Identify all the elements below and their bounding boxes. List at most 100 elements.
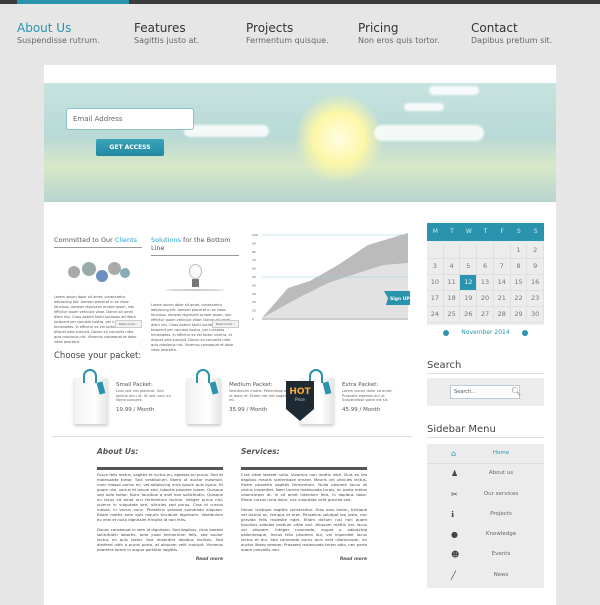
top-bar bbox=[0, 0, 600, 4]
email-input[interactable]: Email Address bbox=[66, 108, 194, 130]
sun-graphic bbox=[294, 93, 384, 183]
paragraph: Cras vitae laoreet nulla. Vivamus non ma… bbox=[241, 472, 367, 502]
nav-contact[interactable]: Contact Dapibus pretium sit. bbox=[471, 21, 552, 45]
read-more-link[interactable]: Read more bbox=[97, 557, 223, 562]
sidebar-item-projects[interactable]: ℹ Projects bbox=[427, 505, 544, 525]
cloud bbox=[429, 86, 479, 95]
calendar-day[interactable]: 6 bbox=[477, 259, 494, 275]
weekday-label: W bbox=[465, 228, 472, 235]
packet-price: 45.99 / Month bbox=[342, 407, 381, 413]
calendar-day[interactable]: 19 bbox=[460, 291, 478, 307]
calendar-day[interactable]: 27 bbox=[477, 307, 494, 323]
sidebar-item-events[interactable]: ☻ Events bbox=[427, 545, 544, 565]
calendar-day[interactable]: 11 bbox=[443, 275, 461, 291]
calendar-day[interactable]: 22 bbox=[510, 291, 528, 307]
calendar-day[interactable]: 15 bbox=[510, 275, 528, 291]
weekday-label: S bbox=[533, 228, 538, 235]
calendar-day[interactable]: 18 bbox=[443, 291, 461, 307]
sidebar-item-label: Knowledge bbox=[485, 531, 517, 538]
calendar-day[interactable]: 10 bbox=[427, 275, 444, 291]
packet-name: Extra Packet: bbox=[342, 382, 379, 388]
nav-about-us[interactable]: About Us Suspendisse rutrum. bbox=[17, 21, 100, 45]
sidebar-item-label: Our services bbox=[483, 490, 519, 497]
pen-icon: ╱ bbox=[451, 570, 456, 580]
nav-subtitle: Suspendisse rutrum. bbox=[17, 36, 100, 45]
signup-label[interactable]: Sign UP bbox=[390, 296, 410, 302]
get-access-button[interactable]: GET ACCESS bbox=[96, 139, 164, 156]
cloud bbox=[374, 125, 484, 141]
nav-features[interactable]: Features Sagittis justo at. bbox=[134, 21, 199, 45]
calendar-day[interactable]: 3 bbox=[427, 259, 444, 275]
divider bbox=[52, 436, 412, 437]
feature-title: Committed to Our Clients bbox=[54, 236, 142, 248]
section-title: About Us: bbox=[97, 447, 139, 456]
search-icon[interactable]: 🔍︎ bbox=[511, 387, 521, 396]
sidebar-item-news[interactable]: ╱ News bbox=[427, 566, 544, 586]
nav-pricing[interactable]: Pricing Non eros quis tortor. bbox=[358, 21, 440, 45]
search-widget: Search... 🔍︎ bbox=[427, 378, 544, 406]
calendar-day[interactable]: 8 bbox=[510, 259, 528, 275]
search-title: Search bbox=[427, 360, 544, 374]
divider bbox=[97, 467, 223, 470]
calendar-day[interactable]: 12 bbox=[460, 275, 478, 291]
packet-price: 19.99 / Month bbox=[116, 407, 155, 413]
next-month-icon[interactable] bbox=[522, 330, 528, 336]
weekday-label: M bbox=[432, 228, 438, 235]
calendar-day[interactable]: 26 bbox=[460, 307, 478, 323]
calendar-day[interactable]: 1 bbox=[510, 243, 528, 259]
cloud bbox=[404, 103, 444, 111]
cloud bbox=[184, 125, 269, 137]
calendar-day[interactable]: 16 bbox=[527, 275, 545, 291]
y-tick-label: 70 bbox=[252, 258, 256, 262]
hero-banner: Email Address GET ACCESS bbox=[44, 83, 556, 202]
tools-icon: ✂ bbox=[451, 489, 458, 499]
feature-clients: Committed to Our Clients Lorem ipsum dol… bbox=[54, 236, 142, 345]
nav-title: Contact bbox=[471, 21, 518, 35]
packet-card[interactable]: Medium Packet: Vestibulum mattis. Pellent… bbox=[167, 366, 289, 426]
calendar-day[interactable]: 23 bbox=[527, 291, 545, 307]
calendar-nav: November 2014 bbox=[427, 329, 544, 336]
growth-chart: 0 10 20 30 40 50 60 70 80 90 100 Sign UP bbox=[252, 233, 410, 321]
packet-card[interactable]: Small Packet: Duis sed nisl placerat. Sed… bbox=[54, 366, 174, 426]
paragraph: Donec consequat in sem id dignissim. Sed… bbox=[97, 527, 223, 552]
calendar-day[interactable]: 9 bbox=[527, 259, 545, 275]
shopping-bag-icon bbox=[74, 369, 108, 424]
calendar: MTWTFSS 1 2 3 4 5 6 7 8 9 10 11 12 13 14 15 16 17 18 19 20 2… bbox=[427, 223, 545, 325]
y-tick-label: 90 bbox=[252, 241, 256, 245]
paragraph: Fusce felis metus, sagittis et luctus eu… bbox=[97, 472, 223, 522]
calendar-day[interactable]: 24 bbox=[427, 307, 444, 323]
sidebar-item-label: Projects bbox=[490, 510, 512, 517]
sidebar-item-home[interactable]: ⌂ Home bbox=[427, 444, 544, 465]
users-icon: ♟ bbox=[451, 469, 459, 479]
calendar-day bbox=[460, 243, 478, 259]
calendar-day[interactable]: 4 bbox=[443, 259, 461, 275]
sidebar-item-our-services[interactable]: ✂ Our services bbox=[427, 485, 544, 505]
calendar-day[interactable]: 30 bbox=[527, 307, 545, 323]
prev-month-icon[interactable] bbox=[443, 330, 449, 336]
calendar-day[interactable]: 2 bbox=[527, 243, 545, 259]
calendar-day bbox=[427, 243, 444, 259]
read-more-button[interactable]: Read more... bbox=[114, 320, 142, 328]
search-input[interactable]: Search... bbox=[450, 385, 520, 399]
calendar-day[interactable]: 13 bbox=[477, 275, 494, 291]
nav-subtitle: Non eros quis tortor. bbox=[358, 36, 440, 45]
calendar-day[interactable]: 14 bbox=[493, 275, 511, 291]
calendar-day[interactable]: 29 bbox=[510, 307, 528, 323]
packet-price: 35.99 / Month bbox=[229, 407, 268, 413]
calendar-day[interactable]: 17 bbox=[427, 291, 444, 307]
sidebar-item-label: About us bbox=[488, 470, 514, 477]
calendar-day[interactable]: 20 bbox=[477, 291, 494, 307]
nav-projects[interactable]: Projects Fermentum quisque. bbox=[246, 21, 329, 45]
read-more-link[interactable]: Read more bbox=[241, 557, 367, 562]
calendar-day[interactable]: 28 bbox=[493, 307, 511, 323]
packet-desc: Lorem ipsum dolor sit amet. Praesent ege… bbox=[342, 389, 393, 402]
calendar-day[interactable]: 7 bbox=[493, 259, 511, 275]
read-more-button[interactable]: Read more... bbox=[211, 320, 239, 328]
sidebar-item-knowledge[interactable]: ● Knowledge bbox=[427, 525, 544, 545]
calendar-day[interactable]: 21 bbox=[493, 291, 511, 307]
sidebar-item-about-us[interactable]: ♟ About us bbox=[427, 464, 544, 484]
calendar-day[interactable]: 5 bbox=[460, 259, 478, 275]
packet-name: Medium Packet: bbox=[229, 382, 273, 388]
weekday-label: T bbox=[450, 228, 454, 235]
calendar-day[interactable]: 25 bbox=[443, 307, 461, 323]
